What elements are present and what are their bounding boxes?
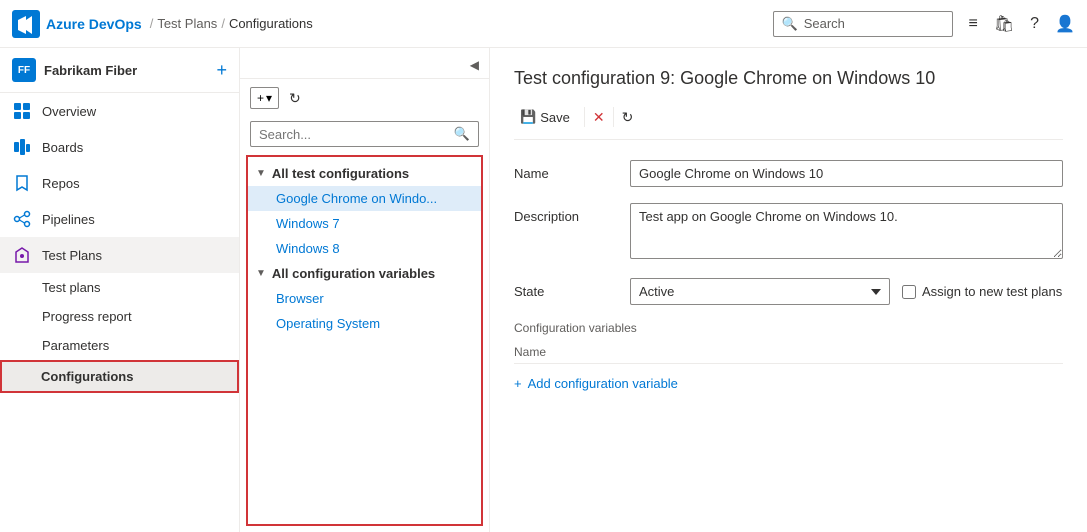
- boards-icon: [12, 137, 32, 157]
- nav-icons: ≡ 🛍 ? 👤: [969, 14, 1075, 34]
- logo[interactable]: Azure DevOps: [12, 10, 142, 38]
- tree-group-all-config-vars[interactable]: ▼ All configuration variables: [248, 261, 481, 286]
- refresh-icon[interactable]: ↻: [289, 90, 301, 107]
- org-avatar: FF: [12, 58, 36, 82]
- search-placeholder: Search: [804, 16, 845, 31]
- menu-icon[interactable]: ≡: [969, 15, 978, 33]
- save-icon: 💾: [520, 109, 536, 125]
- tree-item-win7[interactable]: Windows 7: [248, 211, 481, 236]
- search-input[interactable]: [259, 127, 450, 142]
- search-icon: 🔍: [782, 16, 798, 32]
- state-select[interactable]: Active Inactive: [630, 278, 890, 305]
- middle-panel-header: ◀: [240, 48, 489, 79]
- tree-item-browser[interactable]: Browser: [248, 286, 481, 311]
- right-toolbar: 💾 Save ✕ ↻: [514, 105, 1063, 140]
- name-field: [630, 160, 1063, 187]
- middle-toolbar: + ▾ ↻: [240, 79, 489, 117]
- description-input[interactable]: Test app on Google Chrome on Windows 10.: [630, 203, 1063, 259]
- sidebar-item-pipelines[interactable]: Pipelines: [0, 201, 239, 237]
- sidebar-item-parameters[interactable]: Parameters: [0, 331, 239, 360]
- top-nav: Azure DevOps / Test Plans / Configuratio…: [0, 0, 1087, 48]
- toolbar-separator-2: [613, 107, 614, 127]
- tree-item-chrome-win10[interactable]: Google Chrome on Windo...: [248, 186, 481, 211]
- middle-search-box[interactable]: 🔍: [250, 121, 479, 147]
- assign-checkbox-wrap: Assign to new test plans: [902, 284, 1062, 299]
- discard-button[interactable]: ✕: [593, 109, 605, 126]
- assign-label: Assign to new test plans: [922, 284, 1062, 299]
- main-layout: FF Fabrikam Fiber + Overview Boards Repo…: [0, 48, 1087, 532]
- state-label: State: [514, 278, 614, 299]
- dropdown-arrow-icon: ▾: [266, 91, 272, 105]
- name-label: Name: [514, 160, 614, 181]
- config-vars-section: Configuration variables Name + Add confi…: [514, 321, 1063, 391]
- config-vars-title: Configuration variables: [514, 321, 1063, 335]
- description-field: Test app on Google Chrome on Windows 10.: [630, 203, 1063, 262]
- tree-item-os[interactable]: Operating System: [248, 311, 481, 336]
- form-row-description: Description Test app on Google Chrome on…: [514, 203, 1063, 262]
- toolbar-separator: [584, 107, 585, 127]
- breadcrumb-configurations: Configurations: [229, 16, 313, 31]
- repos-icon: [12, 173, 32, 193]
- form-row-state: State Active Inactive Assign to new test…: [514, 278, 1063, 305]
- help-icon[interactable]: ?: [1030, 15, 1039, 33]
- new-item-button[interactable]: + ▾: [250, 87, 279, 109]
- state-field: Active Inactive Assign to new test plans: [630, 278, 1063, 305]
- page-title: Test configuration 9: Google Chrome on W…: [514, 68, 1063, 89]
- user-icon[interactable]: 👤: [1055, 14, 1075, 34]
- state-select-wrap: Active Inactive Assign to new test plans: [630, 278, 1063, 305]
- plus-icon: +: [257, 91, 264, 105]
- tree-container: ▼ All test configurations Google Chrome …: [246, 155, 483, 526]
- right-panel: Test configuration 9: Google Chrome on W…: [490, 48, 1087, 532]
- middle-panel: ◀ + ▾ ↻ 🔍 ▼ All test configurations Goog…: [240, 48, 490, 532]
- sidebar-item-overview[interactable]: Overview: [0, 93, 239, 129]
- breadcrumb-testplans[interactable]: Test Plans: [157, 16, 217, 31]
- azure-devops-logo-icon: [12, 10, 40, 38]
- add-project-button[interactable]: +: [216, 60, 227, 81]
- overview-icon: [12, 101, 32, 121]
- config-vars-col-name: Name: [514, 341, 1063, 364]
- name-input[interactable]: [630, 160, 1063, 187]
- sidebar-item-boards[interactable]: Boards: [0, 129, 239, 165]
- org-name[interactable]: FF Fabrikam Fiber: [12, 58, 137, 82]
- sidebar-item-configurations[interactable]: Configurations: [0, 360, 239, 393]
- sidebar-item-repos[interactable]: Repos: [0, 165, 239, 201]
- org-header: FF Fabrikam Fiber +: [0, 48, 239, 93]
- assign-checkbox[interactable]: [902, 285, 916, 299]
- refresh-button[interactable]: ↻: [622, 109, 634, 126]
- sidebar-item-progress-report[interactable]: Progress report: [0, 302, 239, 331]
- testplans-icon: [12, 245, 32, 265]
- sidebar: FF Fabrikam Fiber + Overview Boards Repo…: [0, 48, 240, 532]
- save-button[interactable]: 💾 Save: [514, 105, 576, 129]
- search-icon: 🔍: [454, 126, 470, 142]
- sidebar-item-test-plans-sub[interactable]: Test plans: [0, 273, 239, 302]
- collapse-icon[interactable]: ◀: [470, 58, 479, 72]
- plus-icon-add: +: [514, 376, 522, 391]
- tree-group-all-test-configs[interactable]: ▼ All test configurations: [248, 161, 481, 186]
- bag-icon[interactable]: 🛍: [994, 14, 1014, 34]
- logo-text: Azure DevOps: [46, 16, 142, 32]
- pipelines-icon: [12, 209, 32, 229]
- add-config-variable-button[interactable]: + Add configuration variable: [514, 376, 1063, 391]
- search-box[interactable]: 🔍 Search: [773, 11, 953, 37]
- form-row-name: Name: [514, 160, 1063, 187]
- description-label: Description: [514, 203, 614, 224]
- tree-item-win8[interactable]: Windows 8: [248, 236, 481, 261]
- sidebar-item-testplans[interactable]: Test Plans: [0, 237, 239, 273]
- breadcrumb: / Test Plans / Configurations: [150, 16, 313, 31]
- triangle-icon: ▼: [256, 168, 266, 179]
- triangle-icon-2: ▼: [256, 268, 266, 279]
